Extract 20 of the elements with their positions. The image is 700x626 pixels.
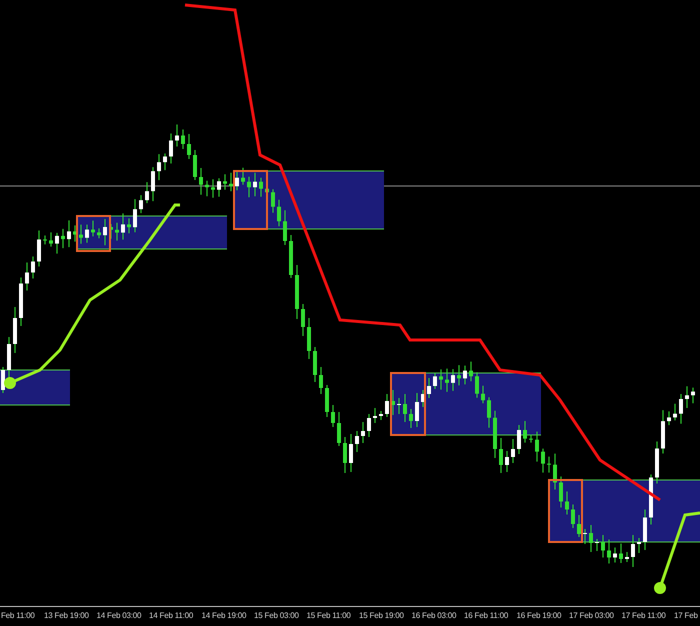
axis-label: 15 Feb 19:00 — [359, 611, 404, 621]
axis-label: 15 Feb 11:00 — [306, 611, 351, 621]
axis-label: Feb 11:00 — [1, 611, 35, 621]
box-outline — [390, 372, 426, 436]
axis-label: 16 Feb 03:00 — [412, 611, 456, 621]
axis-label: 17 Feb 11:00 — [622, 611, 666, 621]
axis-label: 16 Feb 19:00 — [516, 611, 562, 621]
axis-label: 16 Feb 11:00 — [464, 611, 508, 621]
axis-label: 13 Feb 19:00 — [44, 611, 89, 621]
signal-dot — [654, 582, 666, 594]
axis-label: 17 Feb 03:00 — [569, 611, 614, 621]
axis-label: 14 Feb 11:00 — [149, 611, 194, 621]
box-outline — [233, 170, 268, 230]
axis-label: 14 Feb 19:00 — [202, 611, 246, 621]
box-outline — [76, 215, 111, 252]
axis-label: 14 Feb 03:00 — [96, 611, 142, 621]
axis-label: 15 Feb 03:00 — [254, 611, 299, 621]
signal-dot — [4, 377, 16, 389]
box-outline — [548, 479, 583, 543]
axis-label: 17 Feb — [674, 611, 698, 621]
